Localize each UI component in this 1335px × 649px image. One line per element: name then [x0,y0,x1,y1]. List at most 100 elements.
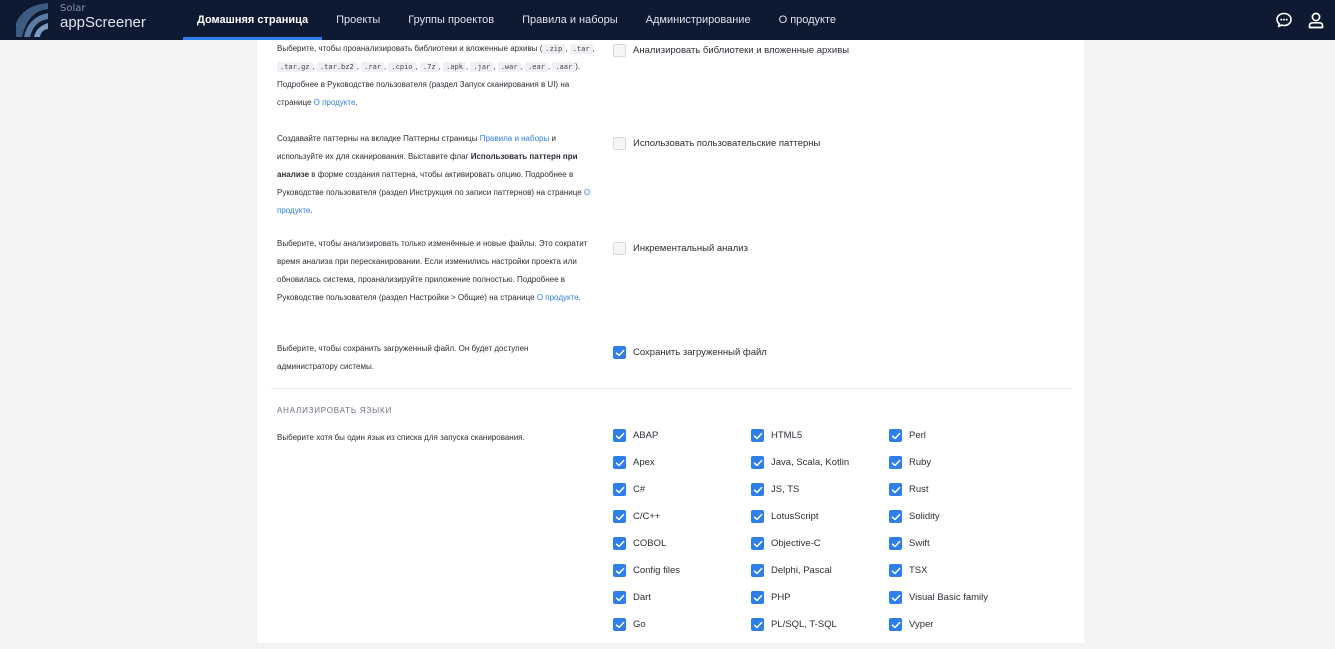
language-label: ABAP [633,430,659,441]
language-label: Swift [909,538,930,549]
about-product-link[interactable]: О продукте [537,293,579,302]
language-checkbox[interactable]: ABAP [613,429,658,442]
ext-code: .7z [419,62,439,72]
language-checkbox[interactable]: Delphi, Pascal [751,564,832,577]
language-label: Apex [633,457,655,468]
language-checkbox[interactable]: PL/SQL, T-SQL [751,618,837,631]
language-label: Ruby [909,457,932,468]
user-icon[interactable] [1307,11,1325,29]
language-label: Perl [909,430,926,441]
analyze-libraries-checkbox[interactable]: Анализировать библиотеки и вложенные арх… [613,44,849,57]
language-label: HTML5 [771,430,803,441]
nav-item-home[interactable]: Домашняя страница [183,0,323,40]
checkbox-checked-icon [751,537,764,550]
language-checkbox[interactable]: Java, Scala, Kotlin [751,456,849,469]
custom-patterns-checkbox[interactable]: Использовать пользовательские паттерны [613,137,820,150]
checkbox-unchecked-icon [613,44,626,57]
solar-logo-icon [16,3,48,37]
checkbox-checked-icon [613,483,626,496]
nav-item-about[interactable]: О продукте [765,0,850,40]
settings-panel: Выберите, чтобы проанализировать библиот… [257,40,1084,643]
language-checkbox[interactable]: TSX [889,564,927,577]
checkbox-checked-icon [613,618,626,631]
ext-code: .tar.bz2 [316,62,357,72]
custom-patterns-label: Использовать пользовательские паттерны [633,138,821,149]
language-checkbox[interactable]: Visual Basic family [889,591,988,604]
checkbox-checked-icon [889,510,902,523]
checkbox-checked-icon [613,537,626,550]
about-product-link[interactable]: О продукте [314,98,356,107]
incremental-analysis-checkbox[interactable]: Инкрементальный анализ [613,242,748,255]
checkbox-checked-icon [889,618,902,631]
language-label: C/C++ [633,511,661,522]
language-checkbox[interactable]: C/C++ [613,510,660,523]
language-checkbox[interactable]: Config files [613,564,680,577]
chat-icon[interactable] [1275,11,1293,29]
ext-code: .ear [525,62,548,72]
language-checkbox[interactable]: Go [613,618,646,631]
app-logo[interactable]: Solar appScreener [0,0,170,40]
language-checkbox[interactable]: Apex [613,456,655,469]
language-checkbox[interactable]: Ruby [889,456,931,469]
language-label: Vyper [909,619,934,630]
patterns-desc-text: Создавайте паттерны на вкладке Паттерны … [277,134,480,143]
languages-grid: ABAP Apex C# C/C++ COBOL Config files Dart Go HT… [613,429,1073,649]
save-file-label: Сохранить загруженный файл [633,347,767,358]
ext-code: .aar [552,62,576,72]
language-label: LotusScript [771,511,819,522]
checkbox-checked-icon [751,510,764,523]
language-checkbox[interactable]: Swift [889,537,930,550]
rules-link[interactable]: Правила и наборы [480,134,550,143]
checkbox-checked-icon [751,564,764,577]
ext-code: .war [497,62,521,72]
checkbox-checked-icon [889,456,902,469]
brand-top-text: Solar [60,3,86,14]
nav-item-projects[interactable]: Проекты [322,0,394,40]
checkbox-checked-icon [613,564,626,577]
checkbox-checked-icon [751,618,764,631]
language-label: COBOL [633,538,667,549]
libraries-desc-end: . [355,98,358,107]
patterns-desc-end: . [310,206,313,215]
save-file-checkbox[interactable]: Сохранить загруженный файл [613,346,767,359]
language-label: Solidity [909,511,940,522]
language-label: Visual Basic family [909,592,989,603]
language-checkbox[interactable]: Vyper [889,618,933,631]
language-label: Delphi, Pascal [771,565,832,576]
language-label: TSX [909,565,928,576]
incremental-description: Выберите, чтобы анализировать только изм… [277,235,597,307]
libraries-description: Выберите, чтобы проанализировать библиот… [277,44,595,107]
language-checkbox[interactable]: LotusScript [751,510,819,523]
language-checkbox[interactable]: HTML5 [751,429,802,442]
libraries-desc-text: Выберите, чтобы проанализировать библиот… [277,44,543,53]
checkbox-unchecked-icon [613,137,626,150]
language-label: Config files [633,565,680,576]
language-checkbox[interactable]: C# [613,483,645,496]
checkbox-unchecked-icon [613,242,626,255]
ext-code: .tar [569,44,593,54]
language-checkbox[interactable]: PHP [751,591,791,604]
language-checkbox[interactable]: Rust [889,483,929,496]
top-navigation-bar: Solar appScreener Домашняя страница Прое… [0,0,1335,40]
language-checkbox[interactable]: COBOL [613,537,666,550]
nav-item-administration[interactable]: Администрирование [632,0,765,40]
language-checkbox[interactable]: Objective-C [751,537,821,550]
language-checkbox[interactable]: Solidity [889,510,940,523]
patterns-desc-text-3: в форме создания паттерна, чтобы активир… [277,170,584,197]
checkbox-checked-icon [751,591,764,604]
checkbox-checked-icon [889,537,902,550]
checkbox-checked-icon [613,346,626,359]
language-checkbox[interactable]: Perl [889,429,926,442]
nav-item-rules[interactable]: Правила и наборы [508,0,632,40]
ext-code: .jar [470,62,494,72]
language-checkbox[interactable]: JS, TS [751,483,799,496]
nav-item-project-groups[interactable]: Группы проектов [394,0,508,40]
checkbox-checked-icon [751,456,764,469]
section-divider [271,388,1071,389]
checkbox-checked-icon [613,591,626,604]
ext-code: .rar [361,62,384,72]
language-checkbox[interactable]: Dart [613,591,651,604]
checkbox-checked-icon [613,456,626,469]
checkbox-checked-icon [613,510,626,523]
language-label: Objective-C [771,538,821,549]
